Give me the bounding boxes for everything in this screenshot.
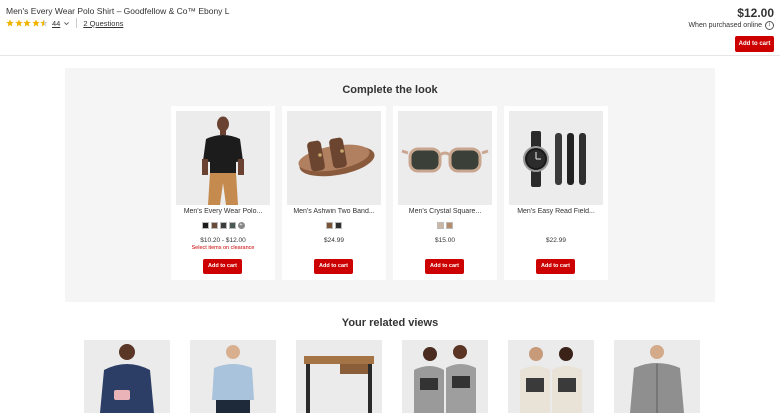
color-swatch[interactable] bbox=[335, 222, 342, 229]
related-product-image[interactable] bbox=[190, 340, 276, 413]
purchased-online-note: When purchased online i bbox=[688, 21, 774, 30]
questions-link[interactable]: 2 Questions bbox=[83, 19, 123, 28]
related-product-image[interactable] bbox=[614, 340, 700, 413]
add-to-cart-button[interactable]: Add to cart bbox=[536, 259, 575, 274]
sticky-product-header: Men's Every Wear Polo Shirt – Goodfellow… bbox=[0, 0, 780, 56]
product-price: $12.00 bbox=[737, 6, 774, 20]
star-icon bbox=[23, 19, 31, 27]
product-title: Men's Every Wear Polo Shirt – Goodfellow… bbox=[6, 6, 230, 16]
color-swatches bbox=[393, 222, 497, 229]
add-to-cart-button[interactable]: Add to cart bbox=[314, 259, 353, 274]
purchased-online-text: When purchased online bbox=[688, 22, 762, 29]
color-swatch[interactable] bbox=[219, 222, 227, 229]
product-price: $22.99 bbox=[546, 237, 566, 244]
color-swatch[interactable] bbox=[228, 222, 236, 229]
color-swatch[interactable] bbox=[201, 222, 209, 229]
info-icon[interactable]: i bbox=[765, 21, 774, 30]
color-swatches bbox=[282, 222, 386, 229]
color-swatch[interactable] bbox=[210, 222, 218, 229]
star-rating[interactable] bbox=[6, 19, 48, 27]
product-name[interactable]: Men's Crystal Square... bbox=[393, 208, 497, 215]
clearance-note: Select items on clearance bbox=[191, 245, 255, 251]
product-price: $15.00 bbox=[435, 237, 455, 244]
product-name[interactable]: Men's Ashwin Two Band... bbox=[282, 208, 386, 215]
product-card[interactable]: Men's Every Wear Polo... + $10.20 - $12.… bbox=[171, 106, 275, 280]
color-swatch[interactable] bbox=[446, 222, 453, 229]
color-swatches: + bbox=[171, 222, 275, 229]
product-card[interactable]: Men's Easy Read Field... $22.99 Add to c… bbox=[504, 106, 608, 280]
divider bbox=[76, 18, 78, 28]
add-to-cart-button[interactable]: Add to cart bbox=[203, 259, 242, 274]
related-product-image[interactable] bbox=[296, 340, 382, 413]
related-product-image[interactable] bbox=[508, 340, 594, 413]
product-image-sunglasses[interactable] bbox=[398, 111, 492, 205]
add-to-cart-button[interactable]: Add to cart bbox=[425, 259, 464, 274]
star-icon bbox=[31, 19, 40, 27]
product-card[interactable]: Men's Ashwin Two Band... $24.99 Add to c… bbox=[282, 106, 386, 280]
half-star-icon bbox=[40, 19, 48, 27]
related-product-image[interactable] bbox=[84, 340, 170, 413]
add-to-cart-button[interactable]: Add to cart bbox=[735, 36, 774, 52]
product-name[interactable]: Men's Easy Read Field... bbox=[504, 208, 608, 215]
more-colors-icon[interactable]: + bbox=[237, 222, 245, 229]
related-product-image[interactable] bbox=[402, 340, 488, 413]
product-price: $24.99 bbox=[324, 237, 344, 244]
section-title: Complete the look bbox=[342, 84, 438, 96]
related-views-title: Your related views bbox=[341, 317, 439, 329]
star-icon bbox=[14, 19, 23, 27]
product-card[interactable]: Men's Crystal Square... $15.00 Add to ca… bbox=[393, 106, 497, 280]
star-icon bbox=[6, 19, 14, 27]
product-name[interactable]: Men's Every Wear Polo... bbox=[171, 208, 275, 215]
rating-row: 44 2 Questions bbox=[6, 18, 123, 28]
color-swatch[interactable] bbox=[326, 222, 333, 229]
product-image-sandals[interactable] bbox=[287, 111, 381, 205]
product-image-watch-set[interactable] bbox=[509, 111, 603, 205]
color-swatch[interactable] bbox=[437, 222, 444, 229]
rating-count-link[interactable]: 44 bbox=[52, 19, 60, 28]
product-image-polo[interactable] bbox=[176, 111, 270, 205]
complete-the-look-section: Complete the look Men's Every Wear Polo.… bbox=[65, 68, 715, 302]
product-price: $10.20 - $12.00 bbox=[200, 237, 246, 244]
chevron-down-icon[interactable] bbox=[63, 20, 70, 27]
